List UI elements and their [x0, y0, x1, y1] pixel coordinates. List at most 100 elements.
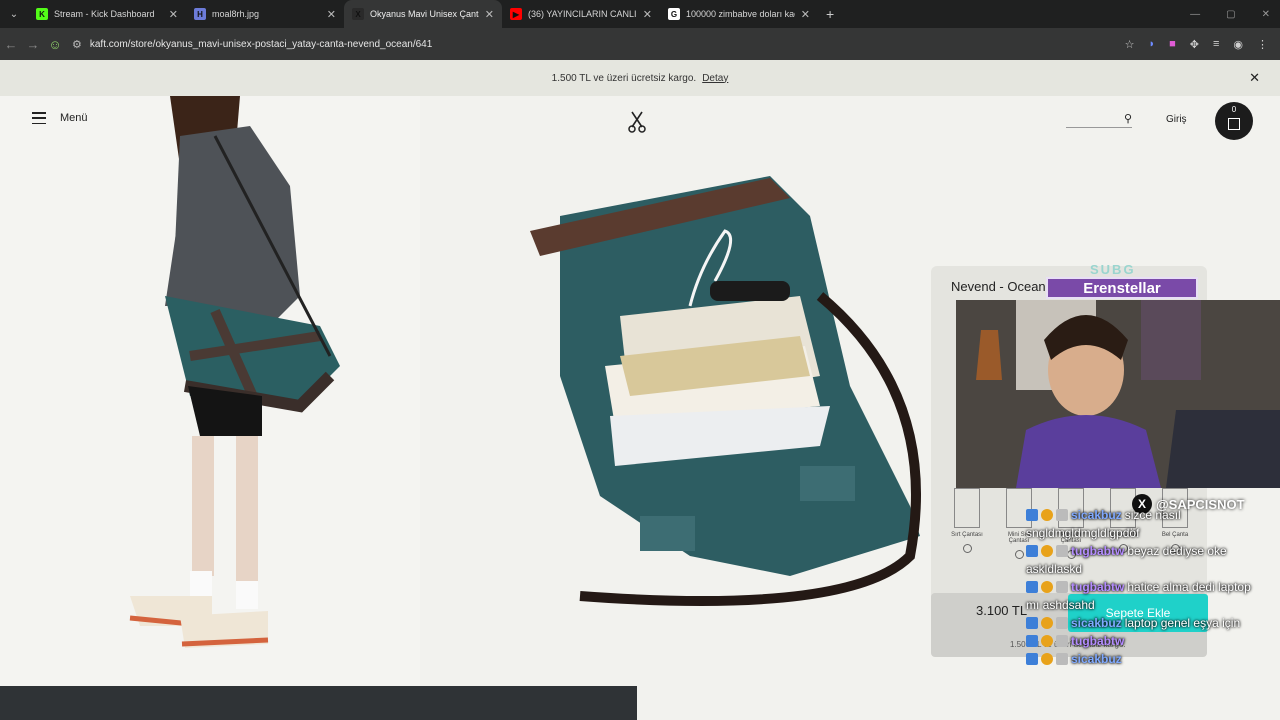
tab-search-button[interactable]: ⌄ — [0, 0, 28, 28]
product-price: 3.100 TL — [976, 603, 1028, 618]
variant-label: Sırt Çantası — [951, 532, 983, 538]
chat-text: askldlaskd — [1026, 562, 1083, 576]
chat-badge-icon — [1056, 653, 1068, 665]
tab-favicon-icon: X — [352, 8, 364, 20]
profile-icon[interactable]: ◉ — [1233, 38, 1243, 51]
forward-icon[interactable]: → — [22, 37, 44, 52]
tab-title: (36) YAYINCILARIN CANLI YAYI — [528, 9, 637, 19]
subg-overlay: SUBG — [1090, 262, 1136, 277]
shipping-promo-bar: 1.500 TL ve üzeri ücretsiz kargo. Detay … — [0, 60, 1280, 96]
chat-badge-icon — [1056, 581, 1068, 593]
login-link[interactable]: Giriş — [1166, 114, 1187, 125]
chat-message: sicakbuz sizce nasıl — [1026, 508, 1280, 522]
hamburger-icon — [32, 112, 46, 124]
chat-badge-icon — [1041, 509, 1053, 521]
url-text: kaft.com/store/okyanus_mavi-unisex-posta… — [89, 38, 433, 50]
variant-option[interactable]: Sırt Çantası — [946, 488, 988, 559]
product-page: Menü ⚲ Giriş 0 Nevend - Ocean Sırt Çanta… — [0, 96, 1280, 720]
chat-badge-icon — [1026, 581, 1038, 593]
search-icon[interactable]: ⚲ — [1124, 112, 1132, 125]
chat-text: hatice alma dedi laptop — [1127, 580, 1251, 594]
chat-username[interactable]: tugbabtw — [1071, 580, 1124, 594]
chat-message: tugbabtw — [1026, 634, 1280, 648]
model-photo — [0, 96, 420, 686]
chat-username[interactable]: tugbabtw — [1071, 544, 1124, 558]
bookmark-star-icon[interactable]: ☆ — [1125, 38, 1135, 51]
browser-tab[interactable]: X Okyanus Mavi Unisex Çanta Ne ✕ — [344, 0, 502, 28]
chat-badge-icon — [1041, 617, 1053, 629]
address-bar[interactable]: ⚙ kaft.com/store/okyanus_mavi-unisex-pos… — [72, 32, 1113, 56]
chat-username[interactable]: sicakbuz — [1071, 508, 1122, 522]
chat-message: sngldmgldmgldlgpdöf — [1026, 526, 1280, 540]
promo-text: 1.500 TL ve üzeri ücretsiz kargo. — [551, 72, 697, 84]
chat-text: sngldmgldmgldlgpdöf — [1026, 526, 1140, 540]
tab-close-icon[interactable]: ✕ — [643, 8, 652, 21]
chat-badge-icon — [1026, 635, 1038, 647]
promo-detail-link[interactable]: Detay — [702, 73, 728, 84]
tab-title: moal8rh.jpg — [212, 9, 260, 19]
chat-username[interactable]: sicakbuz — [1071, 652, 1122, 666]
kaft-scissors-logo[interactable] — [625, 110, 649, 134]
media-control-icon[interactable]: ≡ — [1213, 38, 1219, 50]
chat-badge-icon — [1026, 509, 1038, 521]
chat-username[interactable]: tugbabtw — [1071, 634, 1124, 648]
chat-badge-icon — [1041, 635, 1053, 647]
window-controls: — ▢ ✕ — [1190, 0, 1280, 28]
close-window-icon[interactable]: ✕ — [1262, 9, 1270, 20]
tab-close-icon[interactable]: ✕ — [327, 8, 336, 21]
chat-badge-icon — [1026, 653, 1038, 665]
variant-radio[interactable] — [962, 544, 972, 553]
back-icon[interactable]: ← — [0, 37, 22, 52]
cart-button[interactable]: 0 — [1215, 102, 1253, 140]
chat-badge-icon — [1056, 545, 1068, 557]
minimize-icon[interactable]: — — [1190, 9, 1200, 20]
chat-badge-icon — [1056, 509, 1068, 521]
chat-message: tugbabtw hatice alma dedi laptop — [1026, 580, 1280, 594]
variant-radio[interactable] — [1014, 550, 1024, 559]
chat-badge-icon — [1041, 581, 1053, 593]
chat-message: askldlaskd — [1026, 562, 1280, 576]
maximize-icon[interactable]: ▢ — [1226, 9, 1235, 20]
chat-message: sicakbuz laptop genel eşya için — [1026, 616, 1280, 630]
more-menu-icon[interactable]: ⋮ — [1257, 38, 1268, 51]
chat-badge-icon — [1041, 653, 1053, 665]
tab-title: 100000 zimbabve doları kaç us — [686, 9, 795, 19]
search-input[interactable]: ⚲ — [1066, 112, 1132, 128]
extension-icon-2[interactable]: ■ — [1169, 38, 1176, 50]
tab-favicon-icon: H — [194, 8, 206, 20]
chat-text: laptop genel eşya için — [1124, 616, 1241, 630]
chat-username[interactable]: sicakbuz — [1071, 616, 1122, 630]
tab-title: Okyanus Mavi Unisex Çanta Ne — [370, 9, 479, 19]
extension-frog-icon[interactable]: ☺ — [44, 37, 66, 52]
chat-message: mı ashdsahd — [1026, 598, 1280, 612]
browser-toolbar: ← → ☺ ⚙ kaft.com/store/okyanus_mavi-unis… — [0, 28, 1280, 60]
chat-text: mı ashdsahd — [1026, 598, 1095, 612]
cart-count: 0 — [1231, 105, 1237, 114]
cart-bag-icon — [1228, 118, 1240, 130]
chat-message: tugbabtw beyaz dediyse oke — [1026, 544, 1280, 558]
menu-button[interactable]: Menü — [32, 112, 88, 124]
promo-close-icon[interactable]: ✕ — [1249, 70, 1260, 86]
browser-tab[interactable]: ▶ (36) YAYINCILARIN CANLI YAYI ✕ — [502, 0, 660, 28]
tab-favicon-icon: K — [36, 8, 48, 20]
chat-text: sizce nasıl — [1124, 508, 1181, 522]
tab-title: Stream - Kick Dashboard — [54, 9, 155, 19]
chat-badge-icon — [1026, 545, 1038, 557]
new-tab-button[interactable]: + — [818, 6, 842, 22]
extensions-puzzle-icon[interactable]: ✥ — [1190, 38, 1199, 51]
chat-badge-icon — [1056, 617, 1068, 629]
browser-tab[interactable]: Hmoal8rh.jpg ✕ — [186, 0, 344, 28]
tab-close-icon[interactable]: ✕ — [801, 8, 810, 21]
browser-tab[interactable]: G 100000 zimbabve doları kaç us ✕ — [660, 0, 818, 28]
variant-swatch — [954, 488, 980, 528]
tab-favicon-icon: ▶ — [510, 8, 522, 20]
tab-close-icon[interactable]: ✕ — [485, 8, 494, 21]
gallery-strip — [0, 686, 637, 720]
stream-chat-overlay: sicakbuz sizce nasıl sngldmgldmgldlgpdöf tu… — [1026, 508, 1280, 670]
extension-icon-1[interactable]: ◗ — [1148, 38, 1155, 50]
tab-close-icon[interactable]: ✕ — [169, 8, 178, 21]
chat-badge-icon — [1026, 617, 1038, 629]
site-info-icon[interactable]: ⚙ — [72, 38, 82, 51]
browser-tab[interactable]: K Stream - Kick Dashboard ✕ — [28, 0, 186, 28]
menu-label: Menü — [60, 112, 88, 124]
